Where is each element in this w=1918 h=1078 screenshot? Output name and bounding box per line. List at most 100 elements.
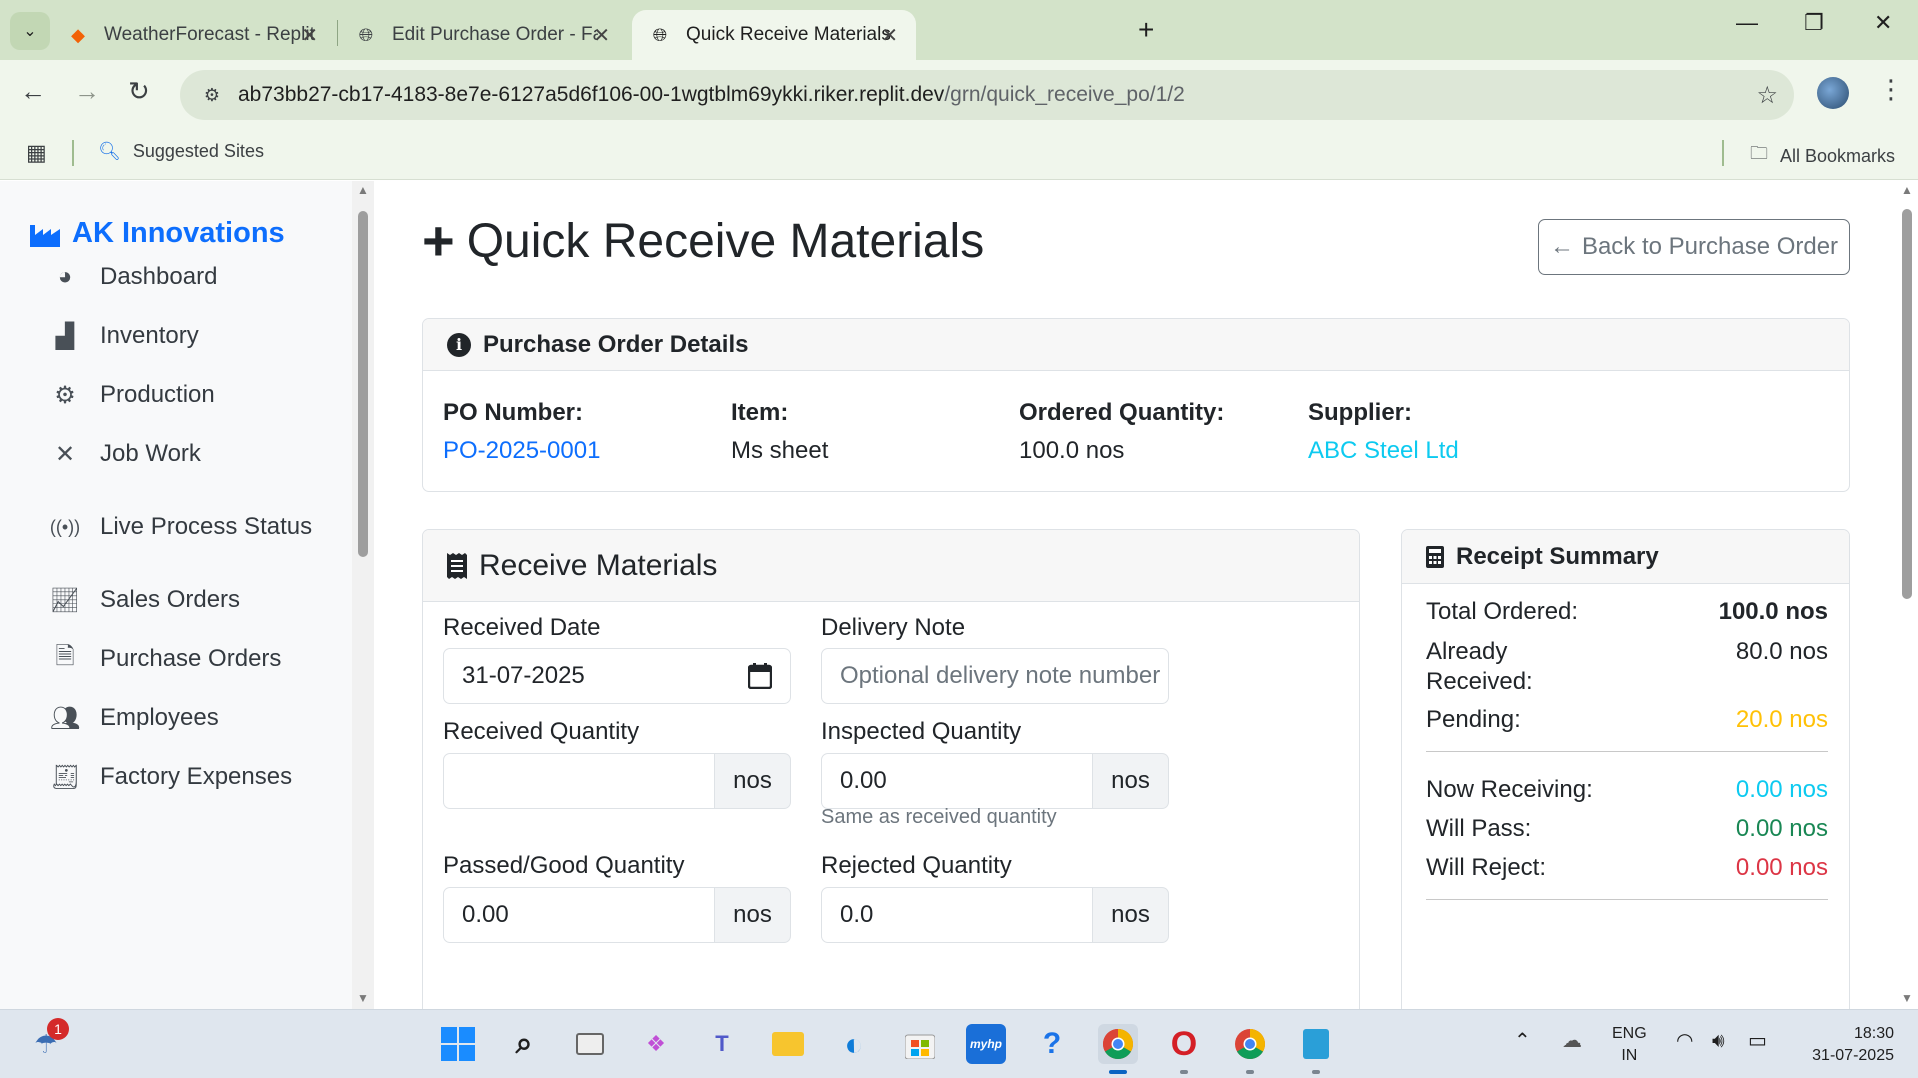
restore-button[interactable]: ❐ — [1804, 10, 1824, 36]
store-icon[interactable] — [900, 1024, 940, 1064]
help-icon[interactable]: ? — [1032, 1024, 1072, 1064]
scrollbar-thumb[interactable] — [1902, 209, 1912, 599]
broadcast-icon: ((•)) — [49, 516, 81, 537]
wifi-icon[interactable]: ◠ — [1676, 1030, 1693, 1052]
passed-quantity-input[interactable]: 0.00 — [443, 887, 715, 943]
chrome-icon[interactable] — [1098, 1024, 1138, 1064]
supplier-link[interactable]: ABC Steel Ltd — [1308, 437, 1459, 465]
sidebar-item-inventory[interactable]: ▟ Inventory — [50, 322, 199, 350]
brand-name: AK Innovations — [72, 217, 285, 249]
scroll-up-icon[interactable]: ▲ — [1901, 183, 1913, 197]
sidebar-item-live-process-status[interactable]: ((•)) Live Process Status — [50, 513, 312, 541]
start-button[interactable] — [438, 1024, 478, 1064]
reload-icon[interactable]: ↻ — [128, 76, 150, 107]
back-arrow-icon[interactable]: ← — [20, 76, 46, 107]
calendar-icon[interactable] — [748, 663, 772, 689]
close-window-button[interactable]: ✕ — [1874, 10, 1892, 36]
tab-quick-receive[interactable]: 🌐︎ Quick Receive Materials - PO-20 ✕ — [632, 10, 916, 60]
brand[interactable]: AK Innovations — [30, 217, 285, 250]
profile-avatar[interactable] — [1817, 77, 1849, 109]
tab-weatherforecast[interactable]: ◆ WeatherForecast - Replit ✕ — [50, 10, 336, 60]
summary-will-reject: Will Reject: 0.00 nos — [1426, 854, 1828, 882]
summary-label: Will Reject: — [1426, 854, 1547, 881]
sidebar-item-employees[interactable]: 👥︎ Employees — [50, 704, 219, 732]
teams-icon[interactable]: T — [702, 1024, 742, 1064]
scroll-down-icon[interactable]: ▼ — [1901, 991, 1913, 1005]
myhp-icon[interactable]: myhp — [966, 1024, 1006, 1064]
unit-addon: nos — [1093, 753, 1169, 809]
sidebar-item-sales-orders[interactable]: 📈︎ Sales Orders — [50, 586, 240, 614]
chart-line-icon: 📈︎ — [49, 586, 81, 614]
all-bookmarks-button[interactable]: 🗀 All Bookmarks — [1750, 141, 1895, 171]
summary-divider — [1426, 899, 1828, 900]
info-icon: i — [447, 332, 471, 357]
card-title: Receipt Summary — [1456, 542, 1659, 570]
more-menu-icon[interactable]: ⋮ — [1878, 74, 1904, 105]
calculator-icon — [1426, 545, 1444, 568]
forward-arrow-icon[interactable]: → — [74, 76, 100, 107]
inspected-quantity-input[interactable]: 0.00 — [821, 753, 1093, 809]
site-settings-icon[interactable]: ⚙ — [200, 83, 224, 107]
new-tab-button[interactable]: + — [1138, 14, 1154, 46]
globe-icon: 🌐︎ — [358, 24, 374, 45]
url-bar[interactable]: ⚙ ab73bb27-cb17-4183-8e7e-6127a5d6f106-0… — [180, 70, 1794, 120]
replit-icon: ◆ — [71, 24, 85, 45]
sidebar-item-factory-expenses[interactable]: 🧾︎ Factory Expenses — [50, 763, 292, 791]
search-icon[interactable]: ⌕ — [504, 1024, 544, 1064]
field-label: Ordered Quantity: — [1019, 399, 1225, 426]
bookmark-star-icon[interactable]: ☆ — [1756, 81, 1778, 110]
close-icon[interactable]: ✕ — [593, 23, 610, 48]
sidebar-item-label: Live Process Status — [100, 513, 313, 540]
chevron-up-icon[interactable]: ⌃ — [1514, 1030, 1531, 1052]
back-to-purchase-order-button[interactable]: ← Back to Purchase Order — [1538, 219, 1850, 275]
clock[interactable]: 18:30 31-07-2025 — [1796, 1023, 1894, 1067]
delivery-note-input[interactable]: Optional delivery note number — [821, 648, 1169, 704]
received-date-input[interactable]: 31-07-2025 — [443, 648, 791, 704]
onedrive-icon[interactable]: ☁ — [1562, 1030, 1582, 1052]
scroll-up-icon[interactable]: ▲ — [357, 183, 369, 197]
rejected-quantity-input[interactable]: 0.0 — [821, 887, 1093, 943]
scrollbar-thumb[interactable] — [358, 211, 368, 557]
close-icon[interactable]: ✕ — [881, 23, 898, 48]
summary-now-receiving: Now Receiving: 0.00 nos — [1426, 776, 1828, 804]
task-view-icon[interactable] — [570, 1024, 610, 1064]
chrome-icon[interactable] — [1230, 1024, 1270, 1064]
tab-search-button[interactable]: ⌄ — [10, 12, 50, 50]
ordered-quantity-value: 100.0 nos — [1019, 437, 1125, 464]
copilot-icon[interactable]: ❖ — [636, 1024, 676, 1064]
language-indicator[interactable]: ENG IN — [1612, 1023, 1647, 1067]
received-date-label: Received Date — [443, 614, 601, 641]
sidebar-item-dashboard[interactable]: ◕ Dashboard — [50, 263, 218, 291]
sidebar-item-job-work[interactable]: ✕ Job Work — [50, 440, 201, 468]
edge-icon[interactable]: ◐ — [834, 1024, 874, 1064]
apps-grid-icon[interactable]: ▦ — [26, 140, 47, 166]
receive-materials-card: Receive Materials Received Date 31-07-20… — [422, 529, 1360, 1009]
received-quantity-input[interactable] — [443, 753, 715, 809]
po-number-link[interactable]: PO-2025-0001 — [443, 437, 600, 465]
running-app-indicator — [1312, 1070, 1320, 1074]
bookmark-suggested-sites[interactable]: 🔍︎ Suggested Sites — [98, 141, 264, 162]
tab-title: Edit Purchase Order - Factory M — [392, 24, 598, 45]
sidebar-item-production[interactable]: ⚙ Production — [50, 381, 215, 409]
tab-edit-purchase-order[interactable]: 🌐︎ Edit Purchase Order - Factory M ✕ — [338, 10, 628, 60]
sidebar-item-purchase-orders[interactable]: 🗎︎ Purchase Orders — [50, 643, 281, 673]
web-page: AK Innovations ◕ Dashboard ▟ Inventory ⚙… — [0, 181, 1918, 1009]
boxes-icon: ▟ — [55, 322, 75, 350]
opera-icon[interactable]: O — [1164, 1024, 1204, 1064]
file-explorer-icon[interactable] — [768, 1024, 808, 1064]
sidebar-scrollbar[interactable]: ▲ ▼ — [352, 181, 374, 1009]
summary-total-ordered: Total Ordered: 100.0 nos — [1426, 598, 1828, 626]
browser-tab-bar: ⌄ ◆ WeatherForecast - Replit ✕ 🌐︎ Edit P… — [0, 0, 1918, 60]
arrow-left-icon: ← — [1549, 233, 1574, 260]
close-icon[interactable]: ✕ — [301, 23, 318, 48]
page-scrollbar[interactable]: ▲ ▼ — [1896, 181, 1918, 1009]
minimize-button[interactable]: — — [1736, 10, 1758, 36]
notepad-icon[interactable] — [1296, 1024, 1336, 1064]
plus-icon: + — [422, 209, 455, 272]
summary-value: 100.0 nos — [1718, 598, 1828, 625]
volume-icon[interactable]: 🔊︎ — [1712, 1030, 1725, 1052]
summary-value: 20.0 nos — [1735, 706, 1828, 733]
scroll-down-icon[interactable]: ▼ — [357, 991, 369, 1005]
store-glyph — [905, 1034, 935, 1059]
battery-icon[interactable]: ▭ — [1748, 1030, 1767, 1052]
